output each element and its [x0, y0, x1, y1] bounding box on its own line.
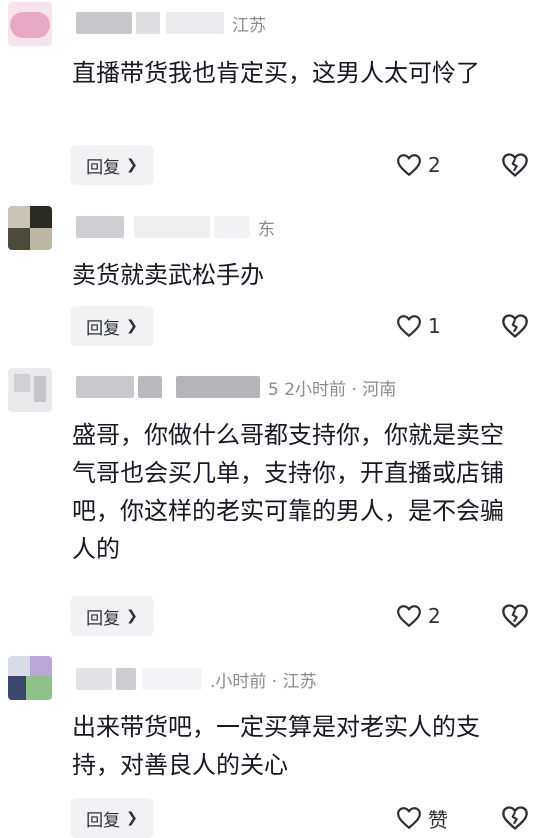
chevron-right-icon: ❯ [126, 810, 138, 826]
comment-location: 东 [258, 219, 275, 240]
comment-meta: 东 [76, 214, 275, 240]
like-button[interactable]: 1 [396, 306, 441, 346]
chevron-right-icon: ❯ [126, 157, 138, 173]
avatar[interactable] [8, 2, 52, 46]
dislike-button[interactable] [498, 145, 532, 185]
like-button[interactable]: 2 [396, 596, 441, 636]
comment-meta: 5 2小时前 · 河南 [76, 374, 396, 400]
like-count: 2 [428, 604, 441, 628]
reply-button[interactable]: 回复 ❯ [70, 145, 154, 185]
heart-outline-icon [397, 807, 421, 829]
dislike-button[interactable] [498, 306, 532, 346]
reply-button[interactable]: 回复 ❯ [70, 798, 154, 838]
avatar[interactable] [8, 656, 52, 700]
avatar[interactable] [8, 206, 52, 250]
reply-button[interactable]: 回复 ❯ [70, 596, 154, 636]
heart-outline-icon [397, 154, 421, 176]
comment-text: 卖货就卖武松手办 [72, 261, 264, 289]
dislike-button[interactable] [498, 596, 532, 636]
comment-location: 江苏 [232, 15, 266, 36]
avatar[interactable] [8, 368, 52, 412]
like-button[interactable]: 赞 [396, 798, 448, 838]
broken-heart-icon [502, 314, 528, 338]
comment-text: 直播带货我也肯定买，这男人太可怜了 [72, 59, 480, 87]
comment-meta: .小时前 · 江苏 [76, 666, 317, 692]
chevron-right-icon: ❯ [126, 318, 138, 334]
broken-heart-icon [502, 604, 528, 628]
comment-time-location: 5 2小时前 · 河南 [268, 379, 397, 400]
dislike-button[interactable] [498, 798, 532, 838]
like-count: 1 [428, 314, 441, 338]
heart-outline-icon [397, 315, 421, 337]
like-button[interactable]: 2 [396, 145, 441, 185]
broken-heart-icon [502, 153, 528, 177]
reply-button[interactable]: 回复 ❯ [70, 306, 154, 346]
comment-meta: 江苏 [76, 10, 266, 36]
chevron-right-icon: ❯ [126, 608, 138, 624]
comment-time-location: .小时前 · 江苏 [210, 671, 317, 692]
like-label: 赞 [428, 807, 448, 832]
like-count: 2 [428, 153, 441, 177]
heart-outline-icon [397, 605, 421, 627]
comment-text: 出来带货吧，一定买算是对老实人的支持，对善良人的关心 [72, 713, 480, 779]
comment-text: 盛哥，你做什么哥都支持你，你就是卖空气哥也会买几单，支持你，开直播或店铺吧，你这… [72, 421, 504, 563]
broken-heart-icon [502, 806, 528, 830]
